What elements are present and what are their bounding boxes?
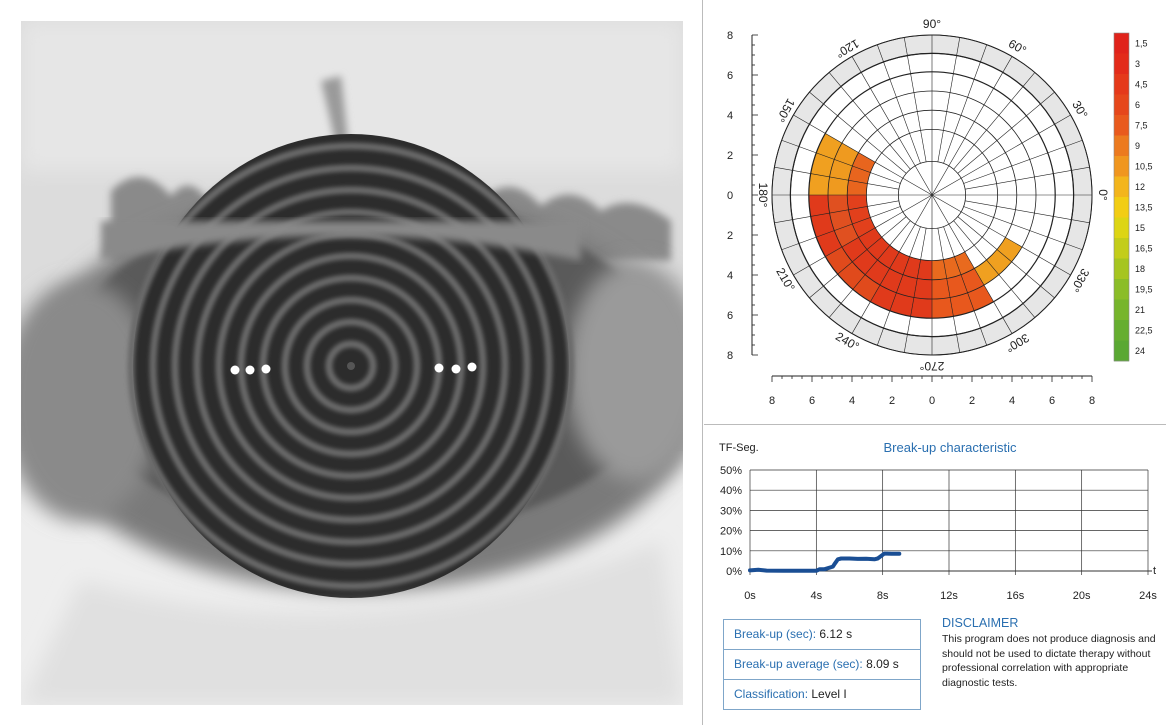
x-tick-label: 8 bbox=[769, 395, 775, 407]
x-tick-label: 20s bbox=[1073, 590, 1091, 602]
legend-swatch bbox=[1114, 156, 1129, 177]
disclaimer-text: This program does not produce diagnosis … bbox=[942, 633, 1156, 689]
legend-swatch bbox=[1114, 279, 1129, 300]
polar-grid bbox=[771, 34, 1093, 356]
x-tick-label: 16s bbox=[1006, 590, 1024, 602]
y-tick-label: 50% bbox=[720, 465, 742, 477]
breakup-row: Break-up (sec): 6.12 s bbox=[724, 620, 920, 650]
disclaimer: DISCLAIMER This program does not produce… bbox=[942, 616, 1157, 690]
legend-label: 13,5 bbox=[1135, 202, 1153, 212]
classification-key: Classification: bbox=[734, 687, 809, 701]
x-tick-label: 4s bbox=[811, 590, 823, 602]
angle-label: 0° bbox=[1096, 189, 1110, 201]
chart-grid bbox=[749, 469, 1152, 572]
angle-label: 270° bbox=[919, 359, 944, 373]
y-tick-label: 20% bbox=[720, 526, 742, 538]
angle-label: 180° bbox=[756, 183, 770, 208]
y-tick-label: 2 bbox=[727, 230, 733, 242]
legend-label: 6 bbox=[1135, 100, 1140, 110]
y-tick-label: 6 bbox=[727, 70, 733, 82]
x-axis-ticks: 0s 4s 8s 12s 16s 20s 24s bbox=[744, 571, 1157, 602]
legend-swatch bbox=[1114, 33, 1129, 54]
y-tick-label: 40% bbox=[720, 485, 742, 497]
x-tick-label: 8s bbox=[877, 590, 889, 602]
y-axis-ticks: 50% 40% 30% 20% 10% 0% bbox=[720, 465, 742, 578]
legend-swatch bbox=[1114, 299, 1129, 321]
x-tick-label: 4 bbox=[849, 395, 855, 407]
breakup-panel: TF-Seg. Break-up characteristic 50% 40% 30… bbox=[704, 425, 1166, 725]
legend-swatch bbox=[1114, 94, 1129, 116]
legend-swatch bbox=[1114, 258, 1129, 280]
legend-label: 4,5 bbox=[1135, 79, 1148, 89]
x-tick-label: 12s bbox=[940, 590, 958, 602]
results-table: Break-up (sec): 6.12 s Break-up average … bbox=[723, 619, 921, 710]
legend-swatch bbox=[1114, 74, 1129, 95]
disclaimer-title: DISCLAIMER bbox=[942, 616, 1019, 630]
legend-label: 3 bbox=[1135, 59, 1140, 69]
x-tick-label: 24s bbox=[1139, 590, 1157, 602]
legend-swatch bbox=[1114, 115, 1129, 136]
breakup-average-value: 8.09 s bbox=[866, 657, 899, 671]
polar-map-panel: 864202468 864202468 90° 60° 30° 0° 330° 300° 2… bbox=[704, 0, 1166, 425]
polar-breakup-map: 864202468 864202468 90°60°30°0°330°300°2… bbox=[727, 17, 1153, 407]
legend-label: 1,5 bbox=[1135, 38, 1148, 48]
legend-label: 21 bbox=[1135, 305, 1145, 315]
legend-label: 10,5 bbox=[1135, 161, 1153, 171]
y-tick-label: 8 bbox=[727, 30, 733, 42]
legend-swatch bbox=[1114, 135, 1129, 157]
x-axis: 8 6 4 2 0 2 4 6 8 bbox=[769, 375, 1095, 407]
y-tick-label: 2 bbox=[727, 150, 733, 162]
x-tick-label: 2 bbox=[889, 395, 895, 407]
legend-label: 9 bbox=[1135, 141, 1140, 151]
eye-image-panel bbox=[0, 0, 703, 725]
legend-swatch bbox=[1114, 238, 1129, 259]
x-tick-label: 4 bbox=[1009, 395, 1015, 407]
legend-label: 19,5 bbox=[1135, 284, 1153, 294]
x-tick-label: 8 bbox=[1089, 395, 1095, 407]
legend-label: 18 bbox=[1135, 264, 1145, 274]
legend-swatch bbox=[1114, 197, 1129, 218]
y-axis: 8 6 4 2 0 2 4 6 8 bbox=[727, 30, 758, 362]
breakup-value: 6.12 s bbox=[819, 627, 853, 641]
breakup-average-key: Break-up average (sec): bbox=[734, 657, 863, 671]
breakup-series-line bbox=[748, 551, 902, 573]
y-tick-label: 0 bbox=[727, 190, 733, 202]
legend-swatch bbox=[1114, 217, 1129, 239]
angle-label: 90° bbox=[923, 17, 941, 31]
color-scale-legend: 1,5 3 4,5 6 7,5 9 10,5 12 13,5 15 16,5 18 19,5 21 22,5… bbox=[1113, 32, 1153, 362]
legend-label: 15 bbox=[1135, 223, 1145, 233]
y-tick-label: 6 bbox=[727, 310, 733, 322]
placido-eye-image bbox=[21, 21, 683, 705]
y-tick-label: 4 bbox=[727, 270, 733, 282]
legend-swatch bbox=[1114, 340, 1129, 362]
y-tick-label: 10% bbox=[720, 546, 742, 558]
legend-swatch bbox=[1114, 53, 1129, 75]
legend-label: 22,5 bbox=[1135, 325, 1153, 335]
y-tick-label: 30% bbox=[720, 505, 742, 517]
x-tick-label: 6 bbox=[809, 395, 815, 407]
breakup-line-chart: 50% 40% 30% 20% 10% 0% 0s 4s 8s 12s 16s 20s 24s bbox=[720, 465, 1157, 602]
x-tick-label: 0 bbox=[929, 395, 935, 407]
x-axis-label: t bbox=[1153, 565, 1157, 577]
breakup-key: Break-up (sec): bbox=[734, 627, 817, 641]
classification-row: Classification: Level I bbox=[724, 680, 920, 709]
classification-value: Level I bbox=[811, 687, 847, 701]
legend-swatch bbox=[1114, 176, 1129, 198]
y-tick-label: 0% bbox=[726, 566, 742, 578]
breakup-average-row: Break-up average (sec): 8.09 s bbox=[724, 650, 920, 680]
x-tick-label: 2 bbox=[969, 395, 975, 407]
legend-label: 12 bbox=[1135, 182, 1145, 192]
report-view: 864202468 864202468 90° 60° 30° 0° 330° 300° 2… bbox=[0, 0, 1166, 725]
y-tick-label: 4 bbox=[727, 110, 733, 122]
x-tick-label: 6 bbox=[1049, 395, 1055, 407]
x-tick-label: 0s bbox=[744, 590, 756, 602]
legend-label: 24 bbox=[1135, 346, 1145, 356]
legend-label: 16,5 bbox=[1135, 243, 1153, 253]
y-tick-label: 8 bbox=[727, 350, 733, 362]
legend-swatch bbox=[1114, 320, 1129, 341]
legend-label: 7,5 bbox=[1135, 120, 1148, 130]
